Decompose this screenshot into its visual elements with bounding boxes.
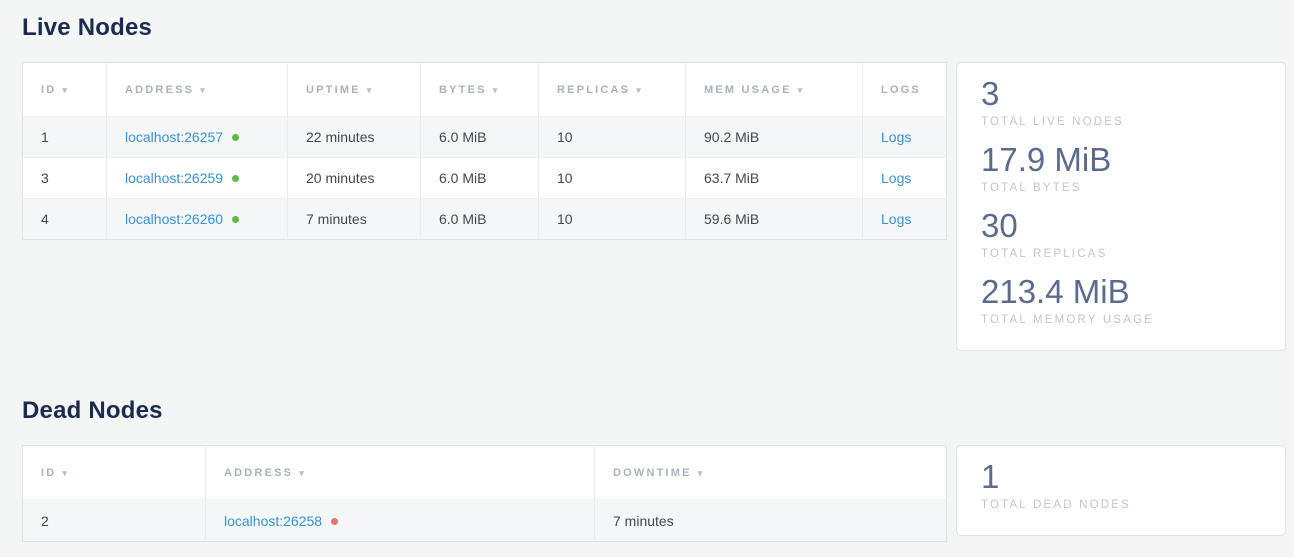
column-header-label: ID [41, 84, 56, 96]
column-header-uptime[interactable]: UPTIME ▾ [288, 63, 421, 117]
node-status-live-dot [232, 134, 239, 141]
column-header-logs: LOGS [863, 63, 947, 117]
table-row: 2 localhost:26258 7 minutes [23, 500, 947, 542]
table-cell: 6.0 MiB [421, 158, 539, 199]
summary-stat-value: 30 [981, 207, 1261, 245]
summary-stat-value: 213.4 MiB [981, 273, 1261, 311]
live-nodes-heading: Live Nodes [22, 0, 1286, 42]
table-cell: Logs [863, 199, 947, 240]
logs-link[interactable]: Logs [881, 170, 911, 186]
dead-nodes-table: ID ▾ ADDRESS ▾ DOWNTIME ▾ 2 localhost:26258 7 m… [22, 445, 947, 542]
node-status-live-dot [232, 175, 239, 182]
column-header-label: ADDRESS [125, 84, 194, 96]
column-header-address[interactable]: ADDRESS ▾ [206, 446, 595, 500]
table-cell: 1 [23, 117, 107, 158]
table-header-row: ID ▾ ADDRESS ▾ DOWNTIME ▾ [23, 446, 947, 500]
summary-stat: 17.9 MiB TOTAL BYTES [981, 141, 1261, 194]
table-cell: 3 [23, 158, 107, 199]
column-header-label: DOWNTIME [613, 467, 692, 479]
summary-stat-value: 1 [981, 458, 1261, 496]
logs-link[interactable]: Logs [881, 129, 911, 145]
node-status-live-dot [232, 216, 239, 223]
table-cell: 6.0 MiB [421, 199, 539, 240]
table-cell: localhost:26259 [107, 158, 288, 199]
table-cell: 10 [539, 158, 686, 199]
table-cell: 4 [23, 199, 107, 240]
node-address-link[interactable]: localhost:26260 [125, 211, 223, 227]
table-cell: 90.2 MiB [686, 117, 863, 158]
node-status-dead-dot [331, 518, 338, 525]
column-header-label: LOGS [881, 84, 921, 96]
node-overview-page: Live Nodes ID▾ADDRESS▾UPTIME▾BYTES▾REPLI… [0, 0, 1294, 542]
table-row: 3 localhost:26259 20 minutes6.0 MiB1063.7 … [23, 158, 947, 199]
live-nodes-summary-card: 3 TOTAL LIVE NODES 17.9 MiB TOTAL BYTES 30 TO… [956, 62, 1286, 351]
column-header-mem-usage[interactable]: MEM USAGE ▾ [686, 63, 863, 117]
summary-stat-value: 3 [981, 75, 1261, 113]
column-header-label: REPLICAS [557, 84, 630, 96]
table-cell: 63.7 MiB [686, 158, 863, 199]
summary-stat-label: TOTAL MEMORY USAGE [981, 314, 1261, 326]
sort-arrow-icon: ▾ [62, 85, 69, 95]
sort-arrow-icon: ▾ [798, 85, 805, 95]
column-header-address[interactable]: ADDRESS ▾ [107, 63, 288, 117]
column-header-label: ID [41, 467, 56, 479]
table-cell: 10 [539, 117, 686, 158]
summary-stat: 1 TOTAL DEAD NODES [981, 458, 1261, 511]
live-nodes-table: ID▾ADDRESS▾UPTIME▾BYTES▾REPLICAS▾MEM USA… [22, 62, 947, 240]
column-header-label: UPTIME [306, 84, 361, 96]
table-cell: 59.6 MiB [686, 199, 863, 240]
summary-stat: 3 TOTAL LIVE NODES [981, 75, 1261, 128]
table-cell: localhost:26258 [206, 500, 595, 542]
column-header-label: BYTES [439, 84, 487, 96]
summary-stat: 30 TOTAL REPLICAS [981, 207, 1261, 260]
sort-arrow-icon: ▾ [367, 85, 374, 95]
sort-arrow-icon: ▾ [200, 85, 207, 95]
table-header-row: ID▾ADDRESS▾UPTIME▾BYTES▾REPLICAS▾MEM USA… [23, 63, 947, 117]
summary-stat-label: TOTAL BYTES [981, 182, 1261, 194]
column-header-label: MEM USAGE [704, 84, 792, 96]
dead-nodes-summary-card: 1 TOTAL DEAD NODES [956, 445, 1286, 536]
sort-arrow-icon: ▾ [62, 468, 69, 478]
column-header-label: ADDRESS [224, 467, 293, 479]
summary-stat-value: 17.9 MiB [981, 141, 1261, 179]
node-address-link[interactable]: localhost:26257 [125, 129, 223, 145]
dead-nodes-heading: Dead Nodes [22, 397, 1286, 425]
summary-stat-label: TOTAL LIVE NODES [981, 116, 1261, 128]
column-header-id[interactable]: ID ▾ [23, 446, 206, 500]
summary-stat: 213.4 MiB TOTAL MEMORY USAGE [981, 273, 1261, 326]
table-cell: Logs [863, 117, 947, 158]
column-header-bytes[interactable]: BYTES ▾ [421, 63, 539, 117]
column-header-id[interactable]: ID ▾ [23, 63, 107, 117]
table-cell: localhost:26257 [107, 117, 288, 158]
table-cell: 6.0 MiB [421, 117, 539, 158]
sort-arrow-icon: ▾ [493, 85, 500, 95]
table-cell: 2 [23, 500, 206, 542]
table-row: 4 localhost:26260 7 minutes6.0 MiB1059.6 M… [23, 199, 947, 240]
sort-arrow-icon: ▾ [698, 468, 705, 478]
node-address-link[interactable]: localhost:26259 [125, 170, 223, 186]
table-row: 1 localhost:26257 22 minutes6.0 MiB1090.2 … [23, 117, 947, 158]
table-cell: localhost:26260 [107, 199, 288, 240]
summary-stat-label: TOTAL DEAD NODES [981, 499, 1261, 511]
table-cell: 10 [539, 199, 686, 240]
column-header-downtime[interactable]: DOWNTIME ▾ [595, 446, 947, 500]
dead-nodes-section: Dead Nodes ID ▾ ADDRESS ▾ DOWNTIME ▾ 2 localho… [22, 397, 1286, 542]
table-cell: Logs [863, 158, 947, 199]
table-cell: 22 minutes [288, 117, 421, 158]
live-nodes-section: Live Nodes ID▾ADDRESS▾UPTIME▾BYTES▾REPLI… [22, 0, 1286, 351]
sort-arrow-icon: ▾ [636, 85, 643, 95]
table-cell: 20 minutes [288, 158, 421, 199]
table-cell: 7 minutes [595, 500, 947, 542]
node-address-link[interactable]: localhost:26258 [224, 513, 322, 529]
sort-arrow-icon: ▾ [299, 468, 306, 478]
column-header-replicas[interactable]: REPLICAS ▾ [539, 63, 686, 117]
logs-link[interactable]: Logs [881, 211, 911, 227]
table-cell: 7 minutes [288, 199, 421, 240]
summary-stat-label: TOTAL REPLICAS [981, 248, 1261, 260]
